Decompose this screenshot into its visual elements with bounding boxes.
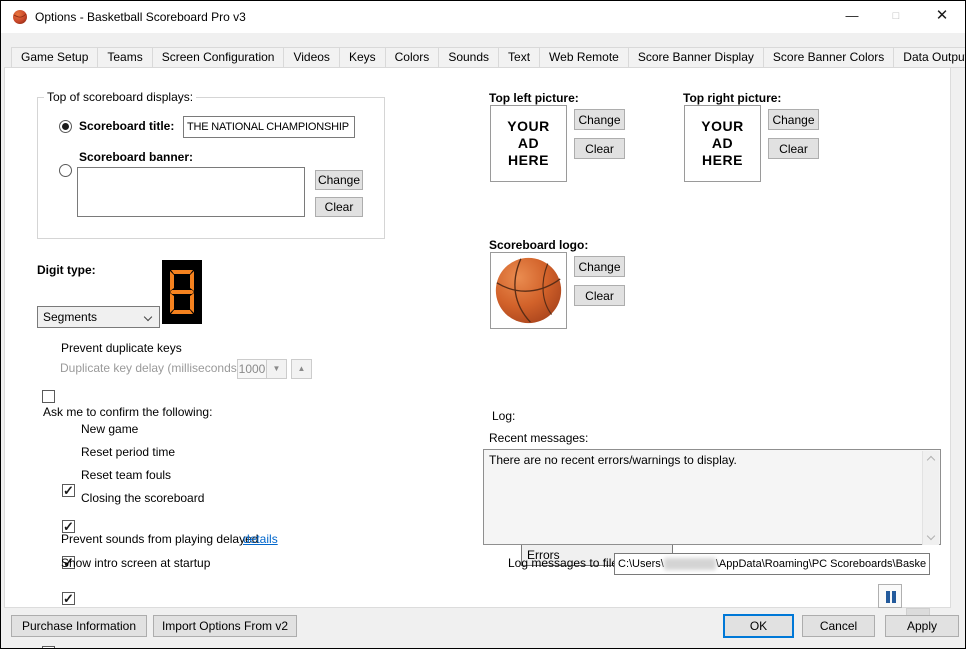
prevent-sounds-label: Prevent sounds from playing delayed	[61, 532, 258, 546]
close-button[interactable]: ✕	[925, 1, 959, 33]
recent-messages-box: There are no recent errors/warnings to d…	[483, 449, 941, 545]
scoreboard-title-radio-label: Scoreboard title:	[79, 119, 174, 133]
purchase-information-button[interactable]: Purchase Information	[11, 615, 147, 637]
messages-scrollbar[interactable]	[922, 451, 939, 545]
tab-sounds[interactable]: Sounds	[438, 47, 499, 68]
options-dialog-window: Options - Basketball Scoreboard Pro v3 ―…	[0, 0, 966, 649]
chevron-down-icon	[144, 313, 152, 321]
scoreboard-banner-radio[interactable]	[59, 164, 72, 177]
digit-type-label: Digit type:	[37, 263, 96, 277]
scoreboard-logo-label: Scoreboard logo:	[489, 238, 588, 252]
confirmations-label: Ask me to confirm the following:	[43, 405, 212, 419]
prevent-duplicate-keys-label: Prevent duplicate keys	[61, 341, 182, 355]
tab-teams[interactable]: Teams	[97, 47, 152, 68]
tab-screen-configuration[interactable]: Screen Configuration	[152, 47, 285, 68]
tab-score-banner-colors[interactable]: Score Banner Colors	[763, 47, 894, 68]
scoreboard-title-radio[interactable]	[59, 120, 72, 133]
pause-icon	[892, 591, 896, 603]
confirm-closing-label: Closing the scoreboard	[81, 491, 204, 505]
apply-button[interactable]: Apply	[885, 615, 959, 637]
minimize-button[interactable]: ―	[835, 1, 869, 33]
recent-message-text: There are no recent errors/warnings to d…	[489, 453, 737, 467]
scoreboard-title-input[interactable]: THE NATIONAL CHAMPIONSHIP	[183, 116, 355, 138]
log-file-path-suffix: \AppData\Roaming\PC Scoreboards\Baske	[716, 558, 926, 570]
tab-data-output[interactable]: Data Output	[893, 47, 966, 68]
tab-strip: Game Setup Teams Screen Configuration Vi…	[11, 44, 966, 68]
log-label: Log:	[492, 409, 515, 423]
digit-type-dropdown[interactable]: Segments	[37, 306, 160, 328]
scroll-up-icon[interactable]	[927, 456, 935, 464]
digit-preview	[162, 260, 202, 324]
redacted-username	[664, 558, 716, 570]
details-link[interactable]: details	[243, 532, 278, 546]
tab-game-setup[interactable]: Game Setup	[11, 47, 98, 68]
top-right-clear-button[interactable]: Clear	[768, 138, 819, 159]
ad-line: AD	[712, 135, 733, 152]
top-right-change-button[interactable]: Change	[768, 109, 819, 130]
log-to-file-label: Log messages to file:	[508, 556, 621, 570]
confirm-reset-fouls-label: Reset team fouls	[81, 468, 171, 482]
ad-line: HERE	[508, 152, 549, 169]
prevent-duplicate-keys-checkbox[interactable]	[42, 390, 55, 403]
tab-text[interactable]: Text	[498, 47, 540, 68]
confirm-reset-period-label: Reset period time	[81, 445, 175, 459]
other-tab-page: Top of scoreboard displays: Scoreboard t…	[4, 67, 951, 608]
ad-line: HERE	[702, 152, 743, 169]
banner-clear-button[interactable]: Clear	[315, 197, 363, 217]
ad-line: AD	[518, 135, 539, 152]
confirm-closing-checkbox[interactable]	[62, 592, 75, 605]
ad-line: YOUR	[701, 118, 743, 135]
basketball-logo-icon	[492, 254, 565, 327]
confirm-new-game-checkbox[interactable]	[62, 484, 75, 497]
window-title: Options - Basketball Scoreboard Pro v3	[35, 1, 246, 33]
tab-colors[interactable]: Colors	[385, 47, 440, 68]
top-left-change-button[interactable]: Change	[574, 109, 625, 130]
digit-type-value: Segments	[43, 310, 97, 324]
logo-change-button[interactable]: Change	[574, 256, 625, 277]
pause-log-button[interactable]	[878, 584, 902, 608]
ok-button[interactable]: OK	[723, 614, 794, 638]
duplicate-key-delay-value: 1000	[237, 359, 267, 379]
cancel-button[interactable]: Cancel	[802, 615, 875, 637]
tab-videos[interactable]: Videos	[283, 47, 339, 68]
scoreboard-logo-preview	[490, 252, 567, 329]
maximize-button: □	[879, 1, 913, 33]
groupbox-label: Top of scoreboard displays:	[44, 90, 196, 104]
ad-line: YOUR	[507, 118, 549, 135]
show-intro-label: Show intro screen at startup	[61, 556, 210, 570]
duplicate-key-delay-label: Duplicate key delay (milliseconds):	[60, 361, 244, 375]
banner-preview-box	[77, 167, 305, 217]
titlebar: Options - Basketball Scoreboard Pro v3 ―…	[1, 1, 965, 33]
top-left-picture-label: Top left picture:	[489, 91, 579, 105]
scroll-down-icon[interactable]	[927, 532, 935, 540]
top-left-picture-preview: YOUR AD HERE	[490, 105, 567, 182]
scoreboard-banner-radio-label: Scoreboard banner:	[79, 150, 193, 164]
top-left-clear-button[interactable]: Clear	[574, 138, 625, 159]
top-right-picture-label: Top right picture:	[683, 91, 781, 105]
confirm-new-game-label: New game	[81, 422, 138, 436]
basketball-app-icon	[12, 9, 28, 25]
import-options-v2-button[interactable]: Import Options From v2	[153, 615, 297, 637]
pause-icon	[886, 591, 890, 603]
spinner-up-icon: ▲	[291, 359, 312, 379]
recent-messages-label: Recent messages:	[489, 431, 588, 445]
logo-clear-button[interactable]: Clear	[574, 285, 625, 306]
banner-change-button[interactable]: Change	[315, 170, 363, 190]
top-right-picture-preview: YOUR AD HERE	[684, 105, 761, 182]
tab-web-remote[interactable]: Web Remote	[539, 47, 629, 68]
tab-keys[interactable]: Keys	[339, 47, 386, 68]
seven-segment-eight-icon	[162, 260, 202, 324]
spinner-down-icon: ▼	[266, 359, 287, 379]
log-file-path-input[interactable]: C:\Users\ \AppData\Roaming\PC Scoreboards…	[614, 553, 930, 575]
log-file-path-prefix: C:\Users\	[618, 558, 664, 570]
tab-score-banner-display[interactable]: Score Banner Display	[628, 47, 764, 68]
